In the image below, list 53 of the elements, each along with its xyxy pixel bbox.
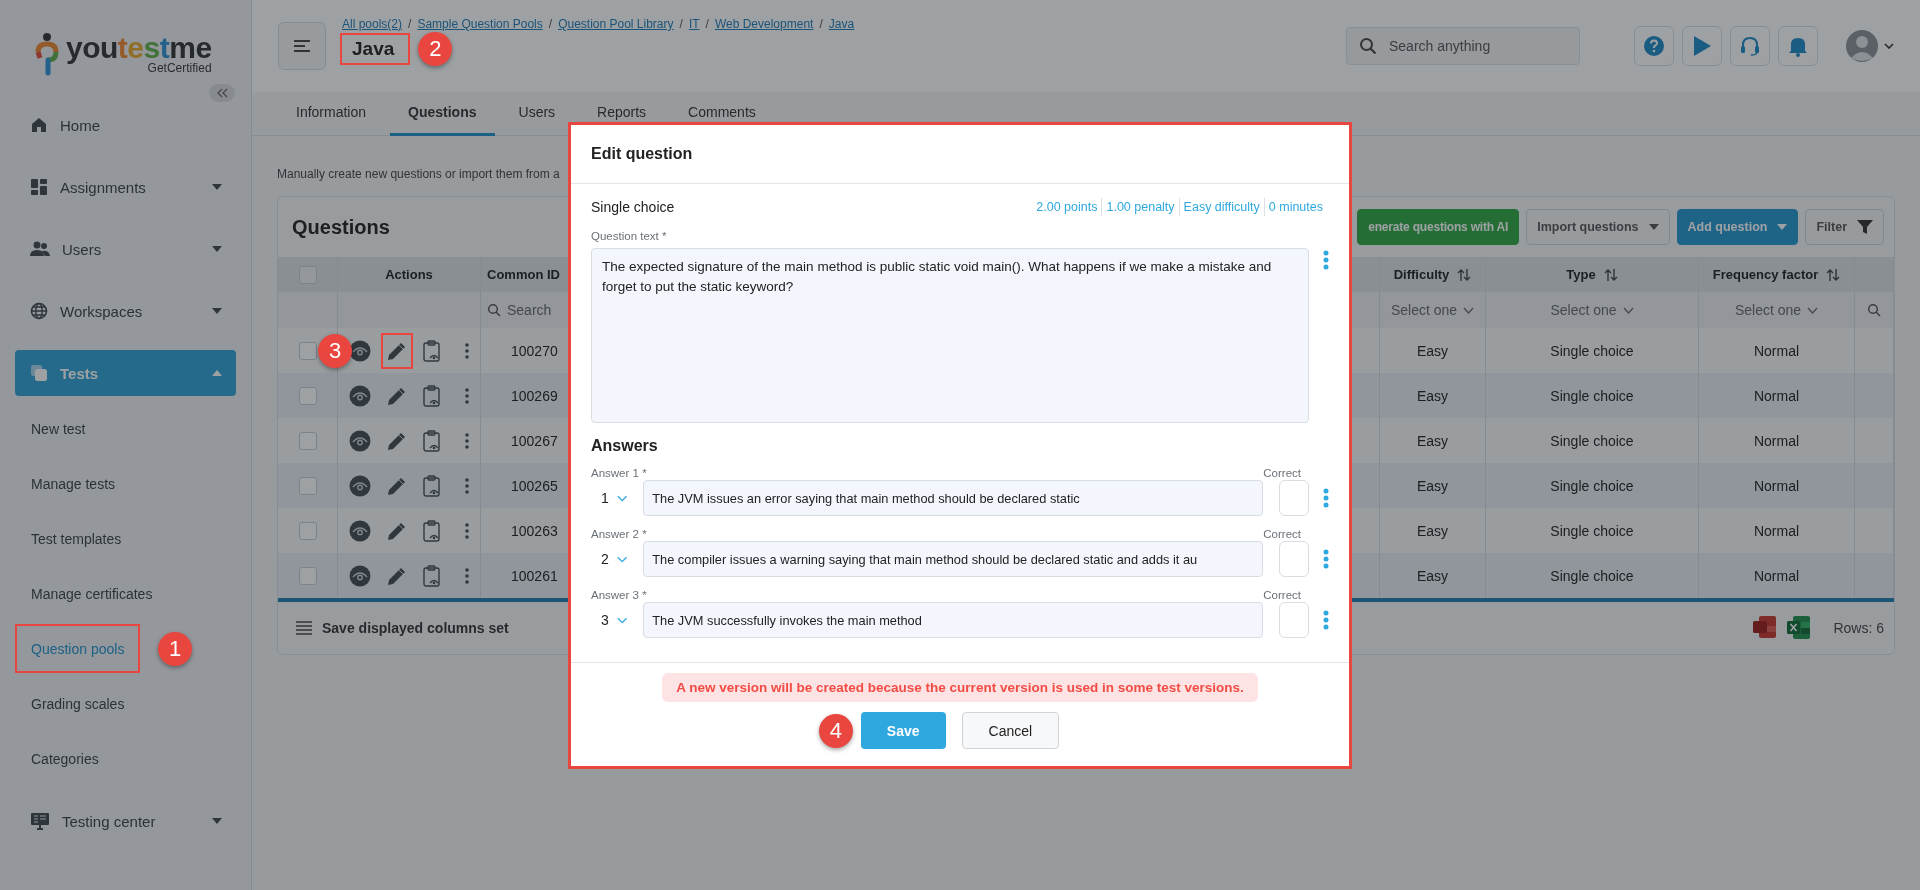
table-cell: Normal (1753, 522, 1800, 539)
table-cell: 100263 (511, 522, 558, 539)
table-cell: Easy (1416, 432, 1449, 449)
logo-tagline: GetCertified (147, 61, 212, 75)
breadcrumb-separator: / (408, 17, 412, 31)
callout-badge: 4 (818, 713, 853, 748)
table-cell: Single choice (1550, 477, 1634, 494)
table-cell: Single choice (1550, 522, 1634, 539)
field-label: Answer 3 * (591, 589, 647, 601)
breadcrumb-separator: / (548, 17, 553, 31)
description-text: Manually create new questions or import them from a (277, 166, 561, 183)
table-cell: Normal (1753, 387, 1800, 404)
breadcrumb-separator: / (679, 17, 683, 31)
dialog-title: Edit question (591, 145, 693, 163)
field-label: Correct (1263, 528, 1301, 540)
answer-number: 3 (600, 612, 609, 628)
table-cell: Easy (1416, 522, 1449, 539)
table-cell: 100270 (511, 342, 558, 359)
field-label: Correct (1263, 467, 1301, 479)
field-label: Question text * (591, 230, 668, 242)
callout-badge: 1 (158, 631, 192, 666)
table-cell: Normal (1753, 342, 1800, 359)
table-cell: Single choice (1550, 387, 1634, 404)
table-cell: 100265 (511, 477, 558, 494)
answer-number: 1 (600, 490, 609, 506)
table-cell: 100267 (511, 432, 558, 449)
logo-wordmark: youtestme (66, 33, 212, 63)
breadcrumb-separator: / (819, 17, 823, 31)
callout-badge: 2 (418, 32, 453, 66)
table-cell: Normal (1753, 432, 1800, 449)
table-cell: Single choice (1550, 432, 1634, 449)
table-cell: Normal (1753, 567, 1800, 584)
question-type: Single choice (591, 199, 675, 215)
table-cell: Easy (1416, 477, 1449, 494)
breadcrumb-separator: / (705, 17, 709, 31)
section-heading: Answers (591, 437, 659, 455)
field-label: Answer 2 * (591, 528, 647, 540)
callout-badge: 3 (318, 333, 352, 368)
table-cell: 100261 (511, 567, 558, 584)
table-cell: Single choice (1550, 342, 1634, 359)
table-cell: Easy (1416, 387, 1449, 404)
table-cell: Easy (1416, 342, 1449, 359)
table-cell: Easy (1416, 567, 1449, 584)
table-cell: Normal (1753, 477, 1800, 494)
answer-number: 2 (600, 551, 609, 567)
table-cell: Single choice (1550, 567, 1634, 584)
field-label: Correct (1263, 589, 1301, 601)
warning-message: A new version will be created because the current version is used in some test versions. (662, 673, 1258, 702)
table-cell: 100269 (511, 387, 558, 404)
page-title: Java (340, 33, 411, 65)
field-label: Answer 1 * (591, 467, 647, 479)
card-title: Questions (292, 215, 390, 239)
row-count: Rows: 6 (1833, 620, 1884, 636)
